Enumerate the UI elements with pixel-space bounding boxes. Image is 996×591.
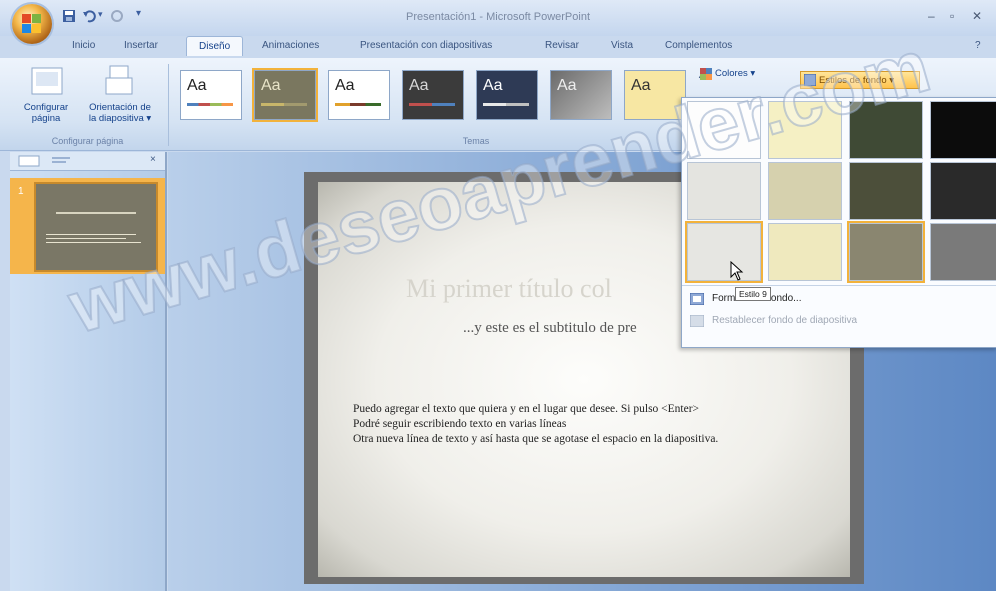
theme-office[interactable]: Aa bbox=[180, 70, 242, 120]
office-button[interactable] bbox=[12, 4, 52, 44]
body-line: Podré seguir escribiendo texto en varias… bbox=[353, 418, 567, 430]
theme-aa-label: Aa bbox=[483, 77, 503, 94]
theme-6[interactable]: Aa bbox=[550, 70, 612, 120]
minimize-button[interactable]: – bbox=[928, 9, 935, 23]
window-title: Presentación1 - Microsoft PowerPoint bbox=[405, 11, 591, 23]
style-10-swatch[interactable] bbox=[768, 223, 842, 281]
theme-aa-label: Aa bbox=[187, 77, 207, 94]
theme-4[interactable]: Aa bbox=[402, 70, 464, 120]
tab-revisar[interactable]: Revisar bbox=[545, 40, 579, 51]
office-logo-icon bbox=[22, 14, 42, 34]
panel-tabs: × bbox=[10, 152, 165, 171]
tab-vista[interactable]: Vista bbox=[611, 40, 633, 51]
close-button[interactable]: ✕ bbox=[972, 9, 982, 23]
colors-icon bbox=[700, 68, 712, 80]
theme-current[interactable]: Aa bbox=[254, 70, 316, 120]
page-setup-icon[interactable] bbox=[30, 66, 64, 98]
theme-aa-label: Aa bbox=[261, 77, 281, 94]
slide-subtitle[interactable]: ...y este es el subtitulo de pre bbox=[463, 320, 637, 337]
theme-7[interactable]: Aa bbox=[624, 70, 686, 120]
tab-diseno[interactable]: Diseño bbox=[186, 36, 244, 56]
ribbon-tabs: Inicio Insertar Diseño Animaciones Prese… bbox=[0, 36, 996, 58]
title-bar: ▾ ▾ Presentación1 - Microsoft PowerPoint… bbox=[0, 0, 996, 44]
theme-5[interactable]: Aa bbox=[476, 70, 538, 120]
slide-orientation-icon[interactable] bbox=[104, 64, 134, 98]
theme-aa-label: Aa bbox=[409, 77, 429, 94]
style-6-swatch[interactable] bbox=[768, 162, 842, 220]
theme-aa-label: Aa bbox=[631, 77, 651, 94]
style-tooltip: Estilo 9 bbox=[735, 287, 771, 301]
reset-background-icon bbox=[690, 315, 704, 327]
estilos-de-fondo-button[interactable]: Estilos de fondo ▾ bbox=[800, 71, 920, 89]
tab-insertar[interactable]: Insertar bbox=[124, 40, 158, 51]
mouse-cursor-icon bbox=[730, 261, 744, 281]
group-label-configurar: Configurar página bbox=[51, 136, 124, 146]
colores-button[interactable]: Colores ▾ bbox=[715, 68, 755, 79]
style-7-swatch[interactable] bbox=[849, 162, 923, 220]
slide-body-text[interactable]: Puedo agregar el texto que quiera y en e… bbox=[353, 402, 718, 447]
help-icon[interactable]: ? bbox=[975, 40, 981, 51]
background-styles-icon bbox=[804, 74, 816, 86]
style-11-swatch[interactable] bbox=[849, 223, 923, 281]
background-styles-gallery: Formato del fondo... Restablecer fondo d… bbox=[681, 97, 996, 348]
maximize-button[interactable]: ▫ bbox=[950, 9, 954, 23]
slide-title[interactable]: Mi primer título col bbox=[406, 274, 612, 304]
outline-tab-icon[interactable] bbox=[50, 155, 72, 167]
style-3-swatch[interactable] bbox=[849, 101, 923, 159]
tab-animaciones[interactable]: Animaciones bbox=[262, 40, 319, 51]
slides-tab-icon[interactable] bbox=[18, 155, 40, 167]
close-panel-icon[interactable]: × bbox=[150, 154, 156, 165]
style-12-swatch[interactable] bbox=[930, 223, 996, 281]
style-4-swatch[interactable] bbox=[930, 101, 996, 159]
slide-thumbnail[interactable] bbox=[34, 182, 158, 272]
style-8-swatch[interactable] bbox=[930, 162, 996, 220]
configurar-pagina-button[interactable]: Configurar página bbox=[16, 102, 76, 124]
theme-aa-label: Aa bbox=[335, 77, 355, 94]
style-5-swatch[interactable] bbox=[687, 162, 761, 220]
slide-number: 1 bbox=[18, 186, 24, 197]
slides-panel: × 1 bbox=[10, 152, 167, 591]
tab-inicio[interactable]: Inicio bbox=[72, 40, 95, 51]
group-separator bbox=[168, 64, 169, 146]
theme-aa-label: Aa bbox=[557, 77, 577, 94]
style-2-swatch[interactable] bbox=[768, 101, 842, 159]
body-line: Puedo agregar el texto que quiera y en e… bbox=[353, 403, 700, 415]
style-9-swatch[interactable] bbox=[687, 223, 761, 281]
tab-complementos[interactable]: Complementos bbox=[665, 40, 732, 51]
slide-thumbnail-row[interactable]: 1 bbox=[10, 178, 165, 274]
style-1-swatch[interactable] bbox=[687, 101, 761, 159]
tab-presentacion[interactable]: Presentación con diapositivas bbox=[360, 40, 492, 51]
body-line: Otra nueva línea de texto y así hasta qu… bbox=[353, 433, 719, 445]
format-background-icon bbox=[690, 293, 704, 305]
theme-3[interactable]: Aa bbox=[328, 70, 390, 120]
orientacion-button[interactable]: Orientación de la diapositiva ▾ bbox=[80, 102, 160, 124]
gallery-separator bbox=[682, 285, 996, 286]
reset-background-item: Restablecer fondo de diapositiva bbox=[712, 315, 858, 326]
